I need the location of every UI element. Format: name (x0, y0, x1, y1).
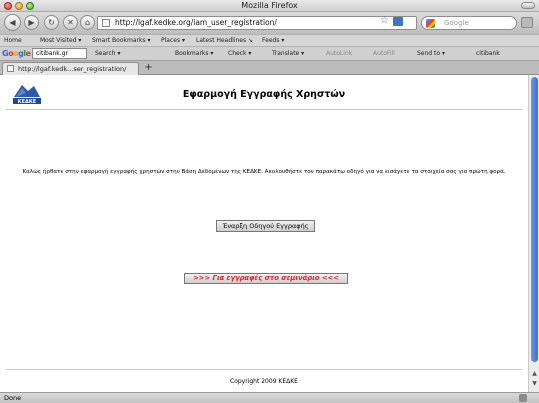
google-autolink-button[interactable]: AutoLink (326, 50, 352, 57)
tab-label: http://lgaf.kedk...ser_registration/ (18, 65, 127, 73)
google-toolbar: Google citibank.gr Search ▾ Bookmarks ▾ … (0, 46, 539, 60)
navigation-toolbar: ◀ ▶ ↻ ✕ ⌂ http://lgaf.kedke.org/iam_user… (0, 12, 539, 34)
bookmark-places[interactable]: Places ▾ (161, 37, 185, 44)
bookmarks-toolbar: Home Most Visited ▾ Smart Bookmarks ▾ Pl… (0, 34, 539, 46)
google-bookmarks-button[interactable]: Bookmarks ▾ (175, 50, 213, 57)
status-text: Done (4, 394, 22, 402)
footer-copyright: Copyright 2009 ΚΕΔΚΕ (230, 378, 298, 385)
bookmark-feeds[interactable]: Feeds ▾ (262, 37, 284, 44)
status-addon-icon[interactable] (519, 394, 527, 402)
google-toolbar-query: citibank.gr (36, 50, 68, 57)
scroll-up-arrow-icon[interactable]: ▲ (530, 370, 539, 379)
google-check-button[interactable]: Check ▾ (228, 50, 251, 57)
scroll-down-arrow-icon[interactable]: ▼ (530, 380, 539, 389)
seminar-registration-button[interactable]: >>> Για εγγραφές στο σεμινάριο <<< (184, 273, 348, 284)
bookmark-latest-headlines[interactable]: Latest Headlines ↘ (196, 37, 253, 44)
tab-current[interactable]: http://lgaf.kedk...ser_registration/ (2, 62, 139, 75)
home-icon: ⌂ (84, 18, 91, 27)
window-title: Mozilla Firefox (241, 1, 298, 10)
forward-button[interactable]: ▶ (24, 15, 39, 30)
search-input[interactable]: Google (421, 16, 517, 30)
reload-button[interactable]: ↻ (44, 15, 59, 30)
welcome-text: Καλώς ήρθατε στην εφαρμογή εγγραφής χρησ… (22, 169, 506, 175)
google-citibank-bookmark[interactable]: citibank (476, 50, 500, 57)
addon-icon[interactable] (521, 17, 533, 28)
tab-strip: http://lgaf.kedk...ser_registration/ + (0, 60, 539, 75)
browser-window: Mozilla Firefox ◀ ▶ ↻ ✕ ⌂ http://lgaf.ke… (0, 0, 539, 403)
google-toolbar-search-input[interactable]: citibank.gr (32, 48, 87, 59)
back-button[interactable]: ◀ (4, 14, 21, 31)
bookmark-smart-bookmarks[interactable]: Smart Bookmarks ▾ (92, 37, 151, 44)
page-title: Εφαρμογή Εγγραφής Χρηστών (182, 89, 346, 100)
google-send-to-button[interactable]: Send to ▾ (417, 50, 445, 57)
bookmark-most-visited[interactable]: Most Visited ▾ (40, 37, 81, 44)
address-bar[interactable]: http://lgaf.kedke.org/iam_user_registrat… (97, 16, 417, 30)
bookmark-star-icon[interactable]: ☆ (380, 15, 389, 26)
scrollbar-thumb[interactable] (531, 77, 538, 362)
new-tab-button[interactable]: + (141, 62, 156, 74)
google-autofill-button[interactable]: AutoFill (373, 50, 395, 57)
start-registration-wizard-button[interactable]: Έναρξη Οδηγού Εγγραφής (216, 220, 315, 232)
google-logo: Google (2, 49, 31, 58)
google-icon (426, 19, 435, 28)
home-button[interactable]: ⌂ (80, 15, 95, 30)
title-bar: Mozilla Firefox (0, 0, 539, 12)
back-arrow-icon: ◀ (9, 18, 16, 27)
forward-arrow-icon: ▶ (28, 18, 35, 27)
bookmark-home[interactable]: Home (4, 37, 22, 44)
feed-icon[interactable] (393, 17, 403, 26)
google-translate-button[interactable]: Translate ▾ (272, 50, 304, 57)
toolbar-toggle-button[interactable] (521, 2, 535, 9)
reload-icon: ↻ (48, 18, 55, 27)
page-favicon-icon (102, 19, 110, 27)
search-placeholder: Google (444, 19, 469, 27)
google-search-button[interactable]: Search ▾ (95, 50, 121, 57)
status-bar: Done (0, 392, 539, 403)
header-divider (6, 109, 522, 110)
url-text: http://lgaf.kedke.org/iam_user_registrat… (115, 18, 277, 27)
page-content: ΚΕΔΚΕ Εφαρμογή Εγγραφής Χρηστών Καλώς ήρ… (0, 75, 528, 392)
stop-icon: ✕ (67, 18, 74, 27)
vertical-scrollbar[interactable]: ▲ ▼ (528, 75, 539, 392)
footer-divider (6, 369, 522, 370)
tab-favicon-icon (7, 65, 14, 72)
stop-button[interactable]: ✕ (63, 15, 78, 30)
